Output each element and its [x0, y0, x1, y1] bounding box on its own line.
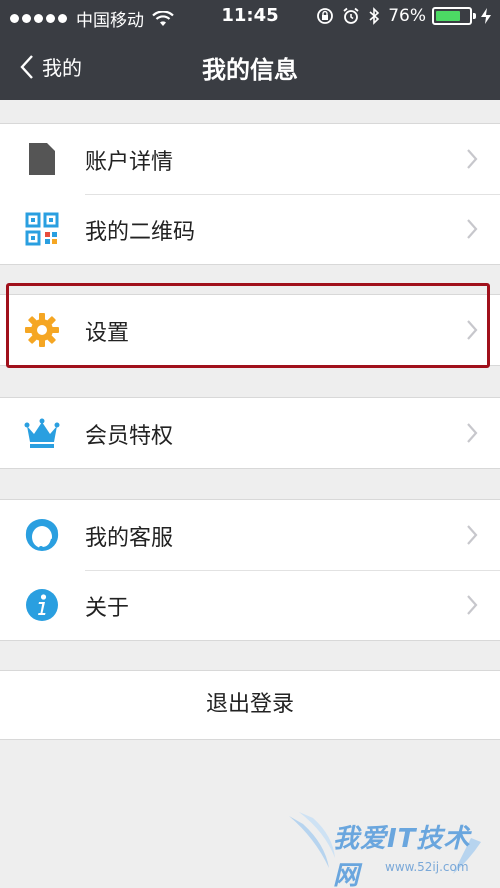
status-right: 76% — [308, 6, 492, 26]
menu-item-label: 设置 — [85, 321, 130, 346]
menu-item-label: 关于 — [85, 596, 130, 621]
chevron-right-icon — [467, 525, 478, 545]
alarm-icon — [343, 7, 359, 24]
chevron-right-icon — [467, 320, 478, 340]
menu-group-account: 账户详情 我的二维码 — [0, 123, 500, 265]
menu-item-customer-service[interactable]: 我的客服 — [0, 500, 500, 570]
menu-item-label: 会员特权 — [85, 424, 174, 449]
crown-icon — [24, 418, 60, 448]
nav-bar: 我的 我的信息 — [0, 34, 500, 100]
status-bar: 中国移动 11:45 76% — [0, 0, 500, 34]
charging-icon — [481, 8, 491, 24]
menu-item-settings[interactable]: 设置 — [0, 295, 500, 365]
gear-icon — [25, 313, 59, 347]
watermark-text: 我爱IT技术网 — [333, 824, 471, 888]
menu-item-membership[interactable]: 会员特权 — [0, 398, 500, 468]
menu-item-label: 我的二维码 — [85, 220, 196, 245]
chevron-right-icon — [467, 423, 478, 443]
menu-item-account-details[interactable]: 账户详情 — [0, 124, 500, 194]
battery-tip — [473, 13, 476, 19]
account-avatar-icon — [29, 143, 55, 175]
rotation-lock-icon — [317, 8, 334, 24]
bluetooth-icon — [369, 7, 380, 25]
chevron-right-icon — [467, 595, 478, 615]
qr-code-icon — [25, 212, 59, 246]
watermark: 我爱IT技术网 www.52ij.com — [285, 808, 495, 888]
menu-item-label: 账户详情 — [85, 150, 174, 175]
menu-group-support: 我的客服 关于 — [0, 499, 500, 641]
menu-group-membership: 会员特权 — [0, 397, 500, 469]
chevron-right-icon — [467, 149, 478, 169]
customer-service-icon — [25, 519, 59, 552]
chevron-right-icon — [467, 219, 478, 239]
watermark-url: www.52ij.com — [385, 860, 469, 874]
battery-fill — [436, 11, 461, 21]
menu-group-settings: 设置 — [0, 294, 500, 366]
battery-percent: 76% — [388, 6, 426, 26]
info-icon — [26, 589, 58, 621]
menu-item-qr-code[interactable]: 我的二维码 — [0, 194, 500, 264]
menu-item-label: 我的客服 — [85, 526, 174, 551]
page-title: 我的信息 — [202, 56, 298, 84]
menu-item-about[interactable]: 关于 — [0, 570, 500, 640]
battery-icon — [432, 7, 476, 25]
logout-button[interactable]: 退出登录 — [0, 670, 500, 740]
